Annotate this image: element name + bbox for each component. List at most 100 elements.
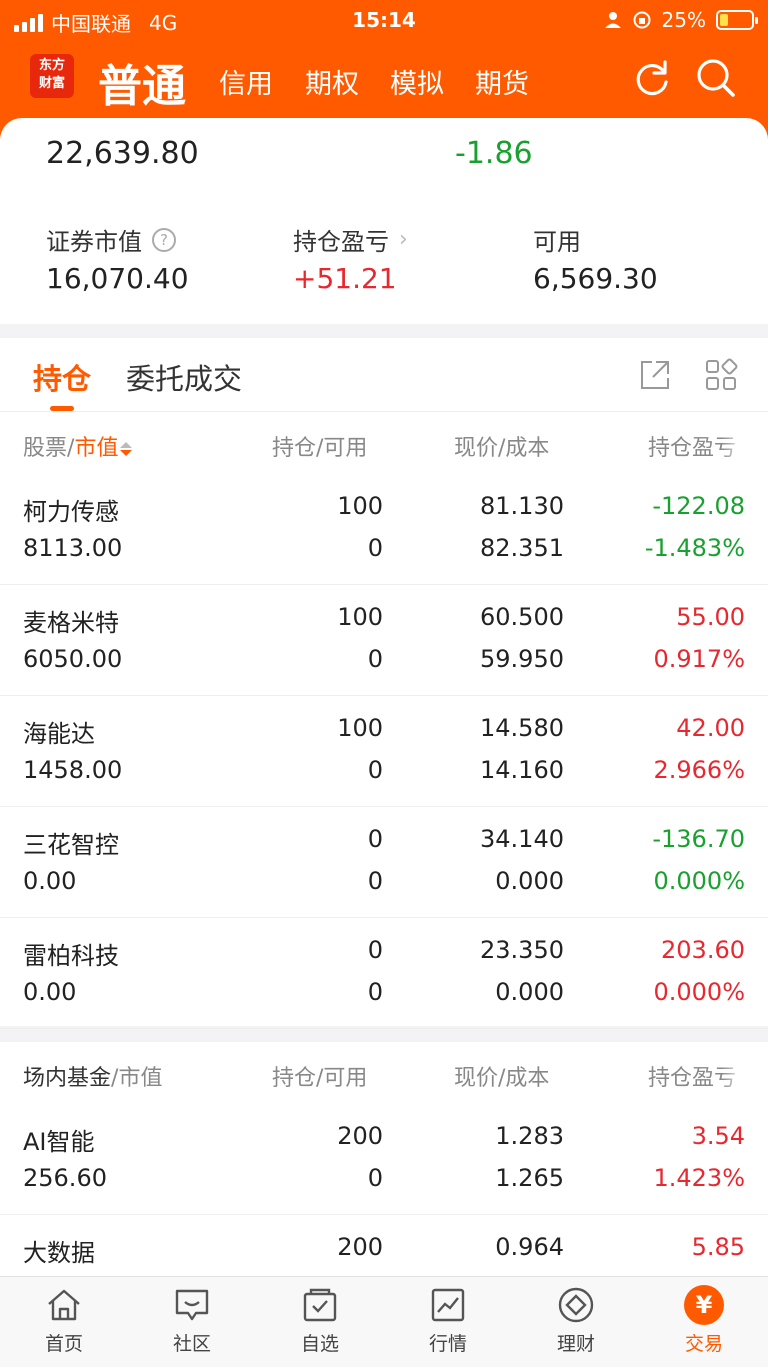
chat-icon	[175, 1289, 209, 1321]
security-name: 雷柏科技	[23, 942, 119, 970]
market-value: 256.60	[23, 1164, 107, 1192]
tab-positions[interactable]: 持仓	[33, 356, 91, 398]
table-row[interactable]: 雷柏科技 0.00 0 0 23.350 0.000 203.60 0.000%	[0, 918, 768, 1029]
sort-by-value[interactable]: 市值	[74, 436, 118, 461]
total-assets: 22,639.80	[46, 136, 199, 171]
header-price: 现价/成本	[454, 436, 550, 461]
asset-summary-card: 22,639.80 -1.86 证券市值 ? 持仓盈亏 › 可用 16,070.…	[0, 118, 768, 324]
tab-normal[interactable]: 普通	[98, 50, 186, 114]
share-icon[interactable]	[638, 358, 672, 392]
pnl-percent: 0.000%	[653, 867, 745, 895]
pnl-amount: -136.70	[652, 825, 745, 853]
cost-price: 59.950	[480, 645, 564, 673]
home-icon	[48, 1289, 80, 1321]
cost-price: 0.000	[495, 978, 564, 1006]
account-type-nav: 东方 财富 普通 信用 期权 模拟 期货	[0, 48, 768, 112]
table-row[interactable]: 麦格米特 6050.00 100 0 60.500 59.950 55.00 0.917%	[0, 585, 768, 696]
market-value: 16,070.40	[46, 262, 189, 295]
tab-options[interactable]: 期权	[305, 62, 359, 101]
market-value: 0.00	[23, 867, 77, 895]
available-qty: 0	[367, 1164, 383, 1192]
chart-icon	[431, 1288, 465, 1322]
user-icon	[604, 12, 621, 28]
hold-qty: 200	[337, 1233, 383, 1261]
pnl-percent: 0.917%	[653, 645, 745, 673]
position-tabs: 持仓 委托成交	[0, 338, 768, 412]
table-row[interactable]: 柯力传感 8113.00 100 0 81.130 82.351 -122.08 -1.483…	[0, 474, 768, 585]
current-price: 14.580	[480, 714, 564, 742]
hold-qty: 0	[367, 936, 383, 964]
trade-icon: ¥	[684, 1285, 724, 1325]
pnl-amount: -122.08	[652, 492, 745, 520]
tab-simulation[interactable]: 模拟	[390, 62, 444, 101]
pnl-amount: 42.00	[676, 714, 745, 742]
search-icon[interactable]	[694, 56, 738, 100]
cost-price: 82.351	[480, 534, 564, 562]
hold-qty: 100	[337, 492, 383, 520]
battery-percent: 25%	[661, 8, 706, 32]
battery-icon	[716, 10, 758, 30]
nav-watchlist[interactable]: 自选	[275, 1285, 365, 1356]
cost-price: 1.265	[495, 1164, 564, 1192]
available-cash: 6,569.30	[533, 262, 658, 295]
current-price: 0.964	[495, 1233, 564, 1261]
current-price: 23.350	[480, 936, 564, 964]
chevron-right-icon: ›	[399, 227, 408, 252]
app-logo: 东方 财富	[30, 54, 74, 98]
pnl-amount: 3.54	[691, 1122, 745, 1150]
table-row[interactable]: 三花智控 0.00 0 0 34.140 0.000 -136.70 0.000%	[0, 807, 768, 918]
hold-qty: 100	[337, 603, 383, 631]
pnl-amount: 5.85	[691, 1233, 745, 1261]
security-name: 大数据	[23, 1239, 95, 1267]
stock-table-header: 股票/市值 持仓/可用 现价/成本 持仓盈亏	[0, 412, 768, 474]
wealth-icon	[558, 1287, 594, 1323]
tab-credit[interactable]: 信用	[219, 62, 273, 101]
available-qty: 0	[367, 867, 383, 895]
hold-qty: 0	[367, 825, 383, 853]
pnl-percent: 1.423%	[653, 1164, 745, 1192]
pnl-percent: 2.966%	[653, 756, 745, 784]
nav-community[interactable]: 社区	[147, 1285, 237, 1356]
available-qty: 0	[367, 645, 383, 673]
security-name: AI智能	[23, 1128, 95, 1156]
header-hold: 持仓/可用	[272, 436, 368, 461]
nav-home[interactable]: 首页	[19, 1285, 109, 1356]
available-qty: 0	[367, 978, 383, 1006]
pnl-amount: 55.00	[676, 603, 745, 631]
market-value-label: 证券市值 ?	[46, 222, 176, 257]
sort-icon[interactable]	[120, 442, 133, 456]
header-price: 现价/成本	[454, 1066, 550, 1091]
security-name: 海能达	[23, 720, 95, 748]
nav-trade[interactable]: ¥ 交易	[659, 1285, 749, 1356]
nav-market[interactable]: 行情	[403, 1285, 493, 1356]
market-value: 1458.00	[23, 756, 123, 784]
tab-orders[interactable]: 委托成交	[126, 356, 242, 398]
market-value: 8113.00	[23, 534, 123, 562]
tab-futures[interactable]: 期货	[475, 62, 529, 101]
active-tab-indicator	[50, 406, 74, 411]
positions-panel: 持仓 委托成交 股票/市值 持仓/可用 现价/成本 持仓盈亏 柯力传感 8113.…	[0, 338, 768, 1029]
current-price: 1.283	[495, 1122, 564, 1150]
table-row[interactable]: 海能达 1458.00 100 0 14.580 14.160 42.00 2.966%	[0, 696, 768, 807]
table-row[interactable]: AI智能 256.60 200 0 1.283 1.265 3.54 1.423%	[0, 1104, 768, 1215]
layout-grid-icon[interactable]	[704, 358, 738, 392]
header-pnl: 持仓盈亏	[648, 436, 737, 461]
current-price: 81.130	[480, 492, 564, 520]
security-name: 麦格米特	[23, 609, 119, 637]
position-pnl-link[interactable]: 持仓盈亏 ›	[293, 222, 408, 257]
status-bar: 中国联通 4G 15:14 25%	[0, 0, 768, 42]
header-hold: 持仓/可用	[272, 1066, 368, 1091]
position-pnl: +51.21	[293, 262, 397, 295]
security-name: 三花智控	[23, 831, 119, 859]
refresh-icon[interactable]	[630, 56, 674, 100]
current-price: 60.500	[480, 603, 564, 631]
bottom-nav: 首页 社区 自选 行情 理财 ¥ 交易	[0, 1276, 768, 1367]
funds-panel: 场内基金/市值 持仓/可用 现价/成本 持仓盈亏 AI智能 256.60 200 0 1…	[0, 1042, 768, 1326]
available-qty: 0	[367, 534, 383, 562]
available-qty: 0	[367, 756, 383, 784]
help-icon[interactable]: ?	[152, 227, 176, 252]
nav-wealth[interactable]: 理财	[531, 1285, 621, 1356]
market-value: 0.00	[23, 978, 77, 1006]
cost-price: 14.160	[480, 756, 564, 784]
market-value: 6050.00	[23, 645, 123, 673]
